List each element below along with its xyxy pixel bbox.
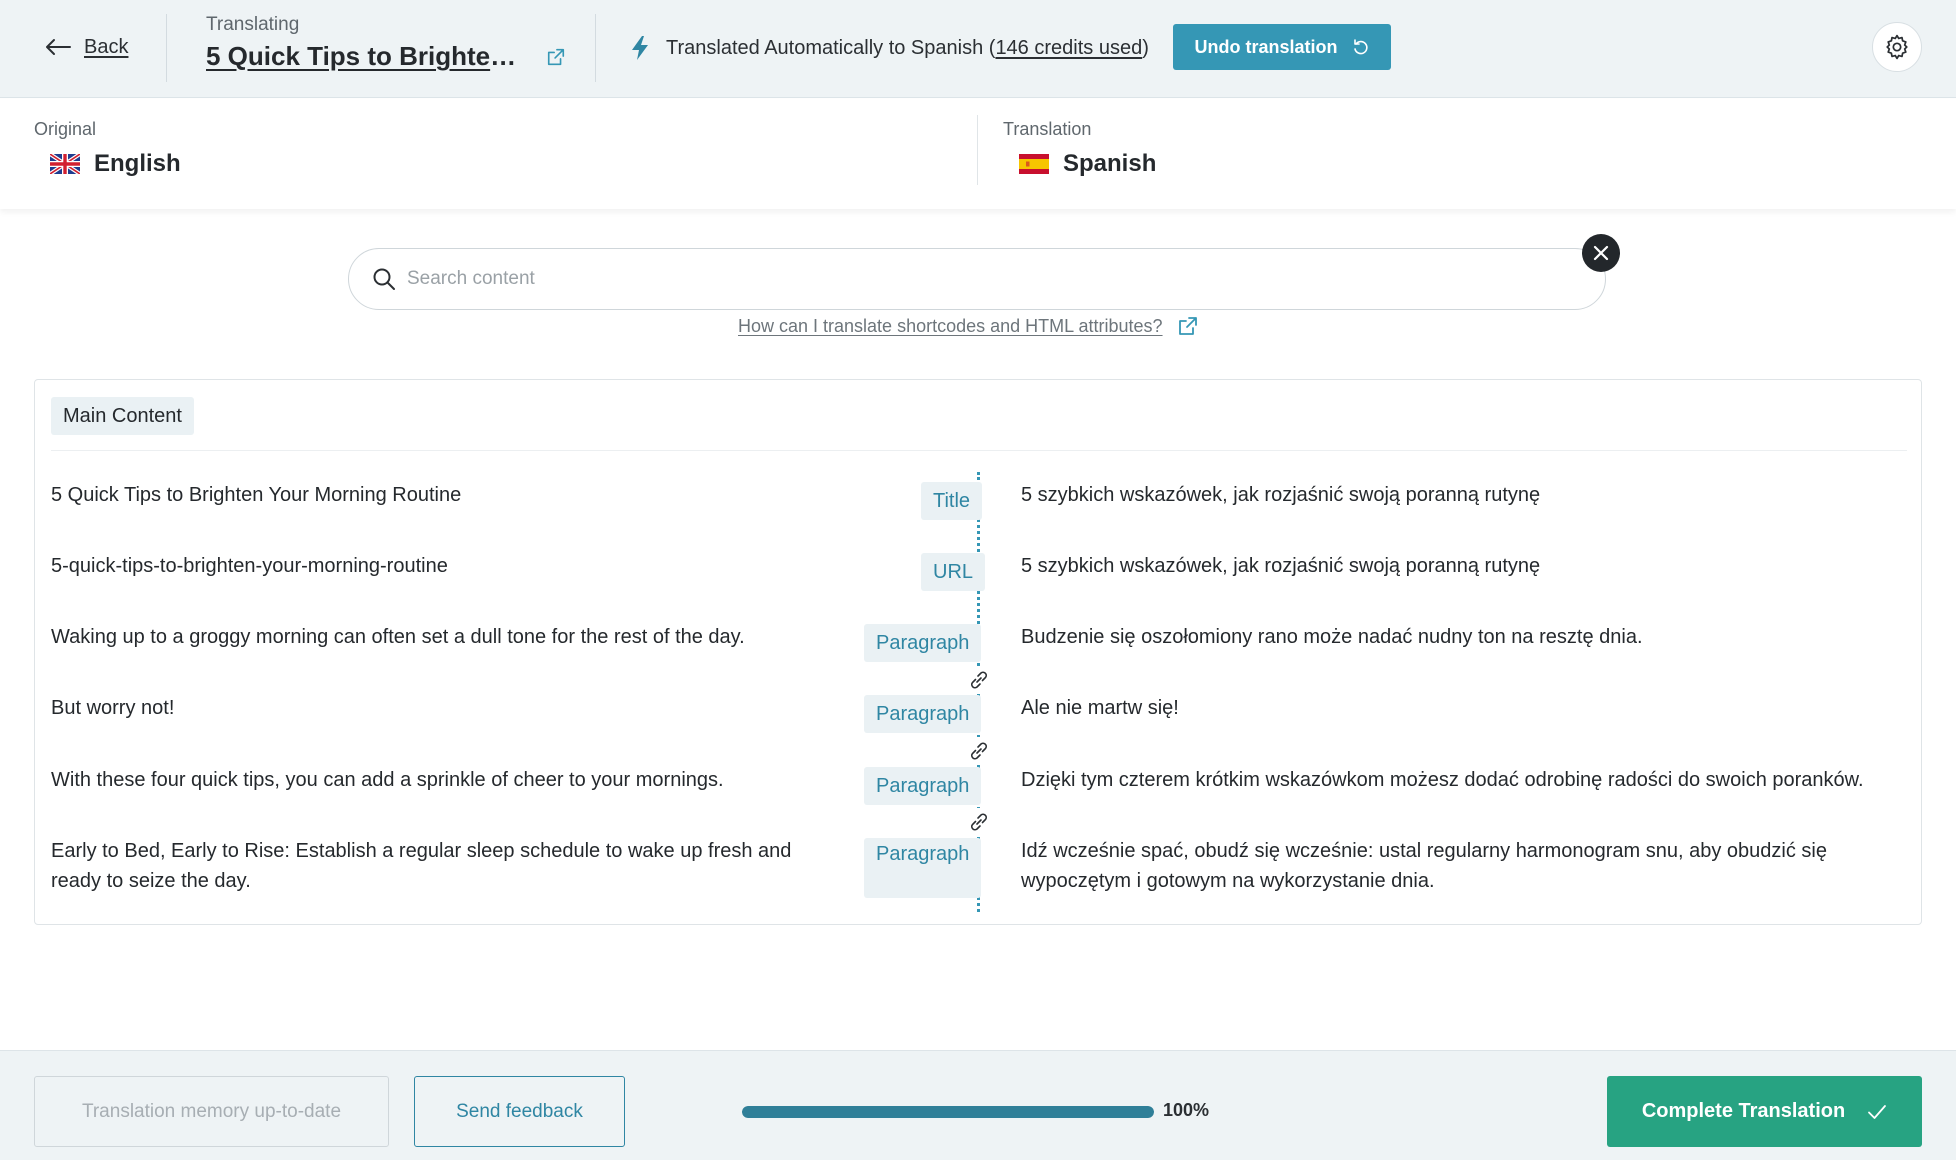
undo-translation-button[interactable]: Undo translation xyxy=(1173,24,1391,70)
field-type-tag[interactable]: Paragraph xyxy=(864,695,982,733)
complete-translation-button[interactable]: Complete Translation xyxy=(1607,1076,1922,1147)
chain-link-icon xyxy=(971,813,987,831)
field-type-tag[interactable]: Paragraph xyxy=(864,838,982,898)
language-bar: Original English Translation Spanish xyxy=(0,99,1956,209)
original-language: Original English xyxy=(34,119,181,177)
translation-text[interactable]: Budzenie się oszołomiony rano może nadać… xyxy=(1021,622,1901,652)
translation-text[interactable]: 5 szybkich wskazówek, jak rozjaśnić swoj… xyxy=(1021,551,1901,581)
status-text-end: ) xyxy=(1142,36,1149,59)
translation-content-panel: Main Content 5 Quick Tips to Brighten Yo… xyxy=(34,379,1922,925)
translation-language: Translation Spanish xyxy=(1003,119,1156,177)
progress-bar xyxy=(742,1106,1154,1118)
external-link-icon xyxy=(1178,317,1197,335)
lightning-bolt-icon xyxy=(632,36,648,60)
progress-fill xyxy=(742,1106,1154,1118)
back-label: Back xyxy=(84,35,129,58)
original-language-name: English xyxy=(94,150,181,177)
settings-button[interactable] xyxy=(1872,22,1922,72)
search-input[interactable] xyxy=(407,268,1557,290)
external-link-icon[interactable] xyxy=(546,46,566,68)
source-text: Early to Bed, Early to Rise: Establish a… xyxy=(51,840,792,892)
translation-text[interactable]: 5 szybkich wskazówek, jak rozjaśnić swoj… xyxy=(1021,480,1901,510)
source-text: With these four quick tips, you can add … xyxy=(51,769,724,791)
clear-search-button[interactable] xyxy=(1582,234,1620,272)
translation-language-name: Spanish xyxy=(1063,150,1157,177)
shortcodes-help-link[interactable]: How can I translate shortcodes and HTML … xyxy=(738,314,1199,338)
search-icon xyxy=(373,268,395,290)
original-caption: Original xyxy=(34,119,97,139)
translation-text[interactable]: Dzięki tym czterem krótkim wskazówkom mo… xyxy=(1021,765,1901,795)
send-feedback-button[interactable]: Send feedback xyxy=(414,1076,625,1147)
top-bar: Back Translating 5 Quick Tips to Brighte… xyxy=(0,0,1956,98)
uk-flag-icon xyxy=(50,154,80,174)
field-type-tag[interactable]: URL xyxy=(921,553,986,591)
link-segments-button[interactable] xyxy=(965,666,993,694)
header-divider xyxy=(595,14,596,82)
auto-translation-status: Translated Automatically to Spanish (146… xyxy=(630,30,1149,66)
section-divider xyxy=(51,450,1907,451)
link-segments-button[interactable] xyxy=(965,808,993,836)
status-text: Translated Automatically to Spanish ( xyxy=(666,36,996,59)
arrow-left-icon xyxy=(46,39,71,55)
source-text: 5 Quick Tips to Brighten Your Morning Ro… xyxy=(51,484,462,506)
header-divider xyxy=(166,14,167,82)
field-type-tag[interactable]: Paragraph xyxy=(864,767,982,805)
chain-link-icon xyxy=(971,671,987,689)
gear-icon xyxy=(1886,34,1908,60)
translation-caption: Translation xyxy=(1003,119,1092,139)
search-box xyxy=(348,248,1606,310)
help-link-label: How can I translate shortcodes and HTML … xyxy=(738,315,1163,336)
checkmark-icon xyxy=(1868,1104,1887,1119)
chain-link-icon xyxy=(971,742,987,760)
close-icon xyxy=(1593,245,1609,261)
source-text: 5-quick-tips-to-brighten-your-morning-ro… xyxy=(51,555,448,577)
translation-memory-button[interactable]: Translation memory up-to-date xyxy=(34,1076,389,1147)
source-text: But worry not! xyxy=(51,697,175,719)
field-type-tag[interactable]: Title xyxy=(921,482,983,520)
translating-kicker: Translating xyxy=(206,14,300,35)
credits-used-link[interactable]: 146 credits used xyxy=(995,37,1142,60)
source-text: Waking up to a groggy morning can often … xyxy=(51,626,745,648)
footer-bar: Translation memory up-to-date Send feedb… xyxy=(0,1050,1956,1160)
back-link[interactable]: Back xyxy=(44,32,128,62)
section-label: Main Content xyxy=(51,397,194,435)
progress-percent: 100% xyxy=(1163,1100,1210,1120)
post-title-block: Translating 5 Quick Tips to Brighten You… xyxy=(206,14,566,72)
link-segments-button[interactable] xyxy=(965,737,993,765)
translation-text[interactable]: Idź wcześnie spać, obudź się wcześnie: u… xyxy=(1021,836,1901,896)
spain-flag-icon xyxy=(1019,154,1049,174)
undo-icon xyxy=(1353,39,1368,55)
post-title-link[interactable]: 5 Quick Tips to Brighten Your Morning Ro… xyxy=(206,41,526,72)
undo-translation-label: Undo translation xyxy=(1194,36,1338,57)
translation-text[interactable]: Ale nie martw się! xyxy=(1021,693,1901,723)
field-type-tag[interactable]: Paragraph xyxy=(864,624,982,662)
complete-translation-label: Complete Translation xyxy=(1641,1100,1846,1122)
language-divider xyxy=(977,115,978,185)
